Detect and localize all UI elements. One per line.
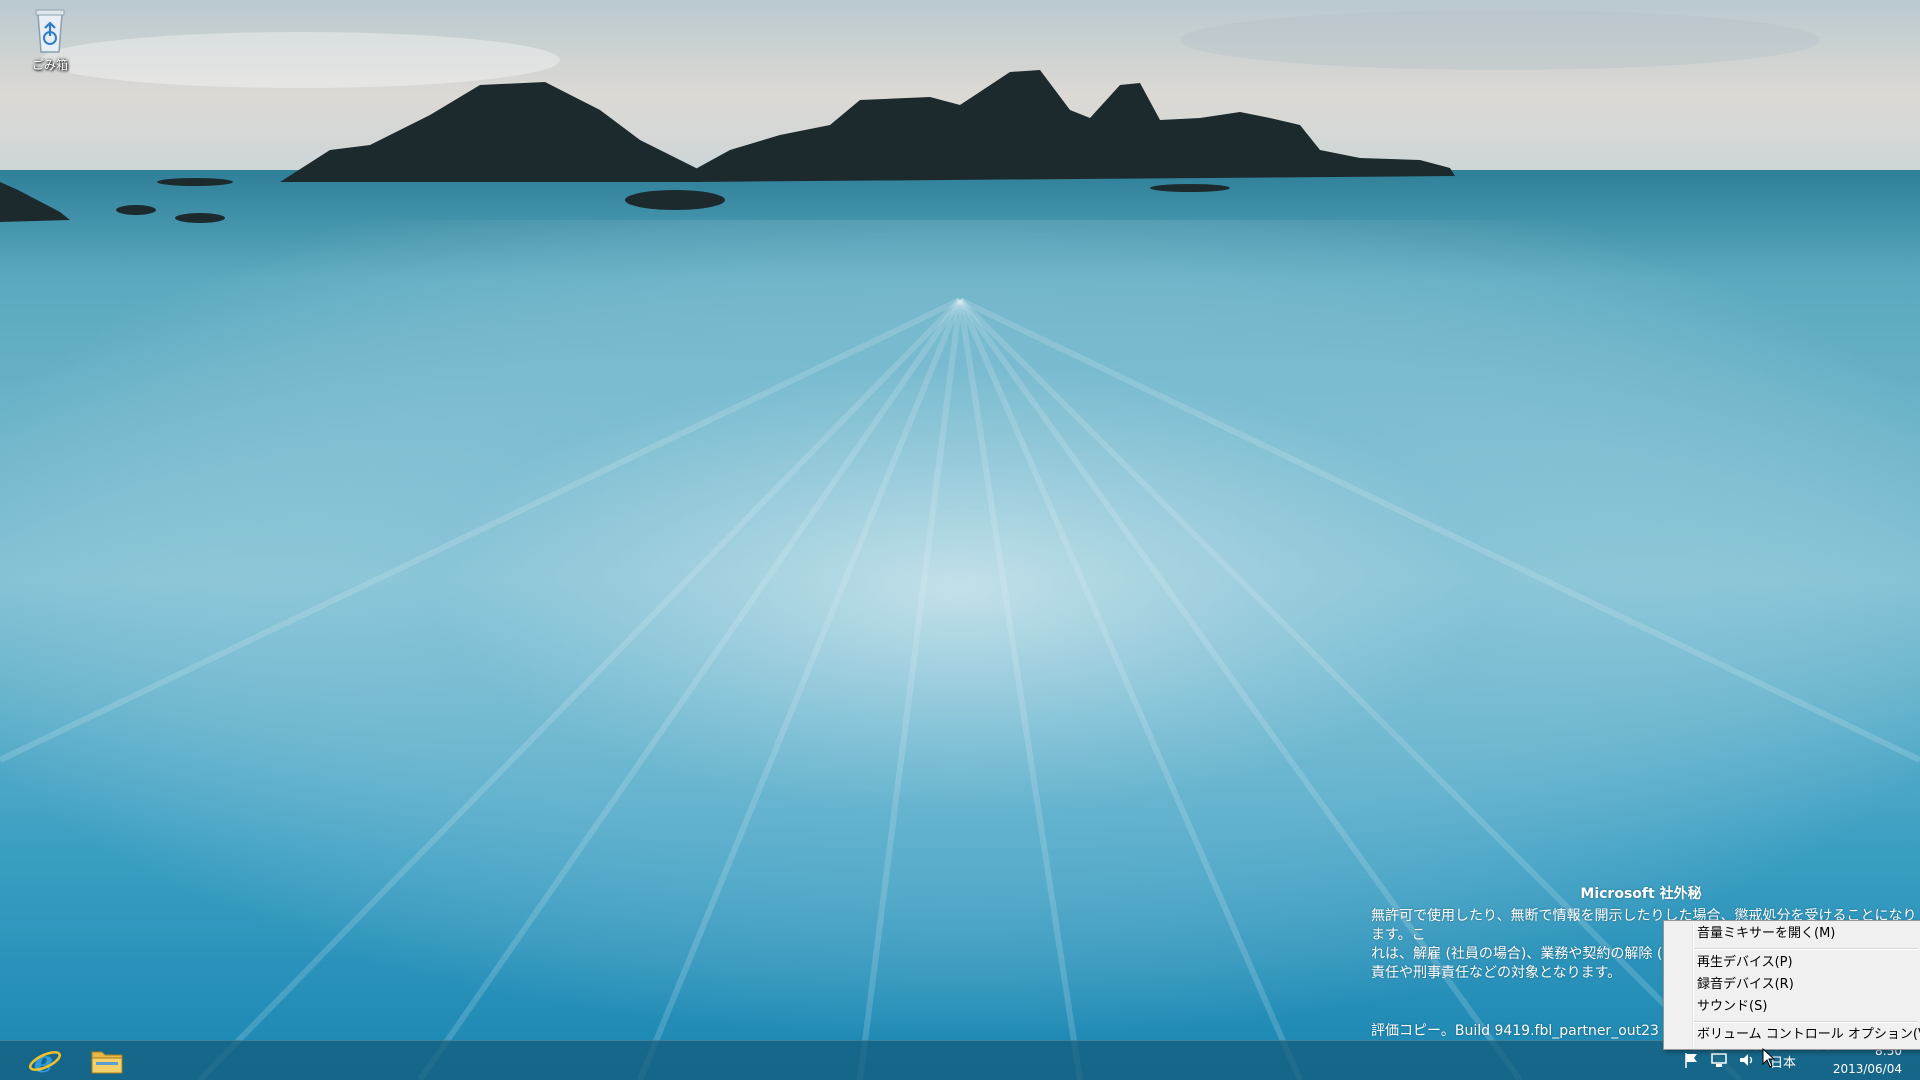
folder-icon bbox=[91, 1051, 123, 1074]
desktop[interactable]: ごみ箱 Microsoft 社外秘 無許可で使用したり、無断で情報を開示したりし… bbox=[0, 0, 1920, 1080]
notice-title: Microsoft 社外秘 bbox=[1580, 886, 1702, 902]
menu-item-open-volume-mixer[interactable]: 音量ミキサーを開く(M) bbox=[1697, 924, 1835, 944]
taskbar: e 日本 8:50 2013/06/04 bbox=[0, 1040, 1920, 1080]
menu-separator bbox=[1694, 948, 1918, 950]
menu-item-sounds[interactable]: サウンド(S) bbox=[1697, 997, 1767, 1017]
svg-text:e: e bbox=[34, 1046, 53, 1076]
mouse-cursor-icon bbox=[1762, 1048, 1776, 1068]
menu-separator bbox=[1694, 1021, 1918, 1023]
menu-item-recording-devices[interactable]: 録音デバイス(R) bbox=[1697, 975, 1794, 995]
recycle-bin-shortcut[interactable]: ごみ箱 bbox=[20, 6, 80, 73]
recycle-bin-label: ごみ箱 bbox=[31, 58, 68, 72]
clock-date[interactable]: 2013/06/04 bbox=[1833, 1062, 1902, 1076]
taskbar-internet-explorer-button[interactable]: e bbox=[16, 1043, 74, 1079]
ie-icon: e bbox=[29, 1046, 61, 1076]
build-watermark: 評価コピー。Build 9419.fbl_partner_out23 bbox=[1371, 1023, 1659, 1039]
volume-context-menu: 音量ミキサーを開く(M) 再生デバイス(P) 録音デバイス(R) サウンド(S)… bbox=[1663, 920, 1920, 1050]
menu-item-playback-devices[interactable]: 再生デバイス(P) bbox=[1697, 953, 1793, 973]
menu-gutter bbox=[1692, 923, 1694, 1047]
menu-item-volume-control-options[interactable]: ボリューム コントロール オプション(V) bbox=[1697, 1025, 1920, 1045]
taskbar-file-explorer-button[interactable] bbox=[78, 1043, 136, 1079]
recycle-bin-icon bbox=[35, 9, 65, 53]
